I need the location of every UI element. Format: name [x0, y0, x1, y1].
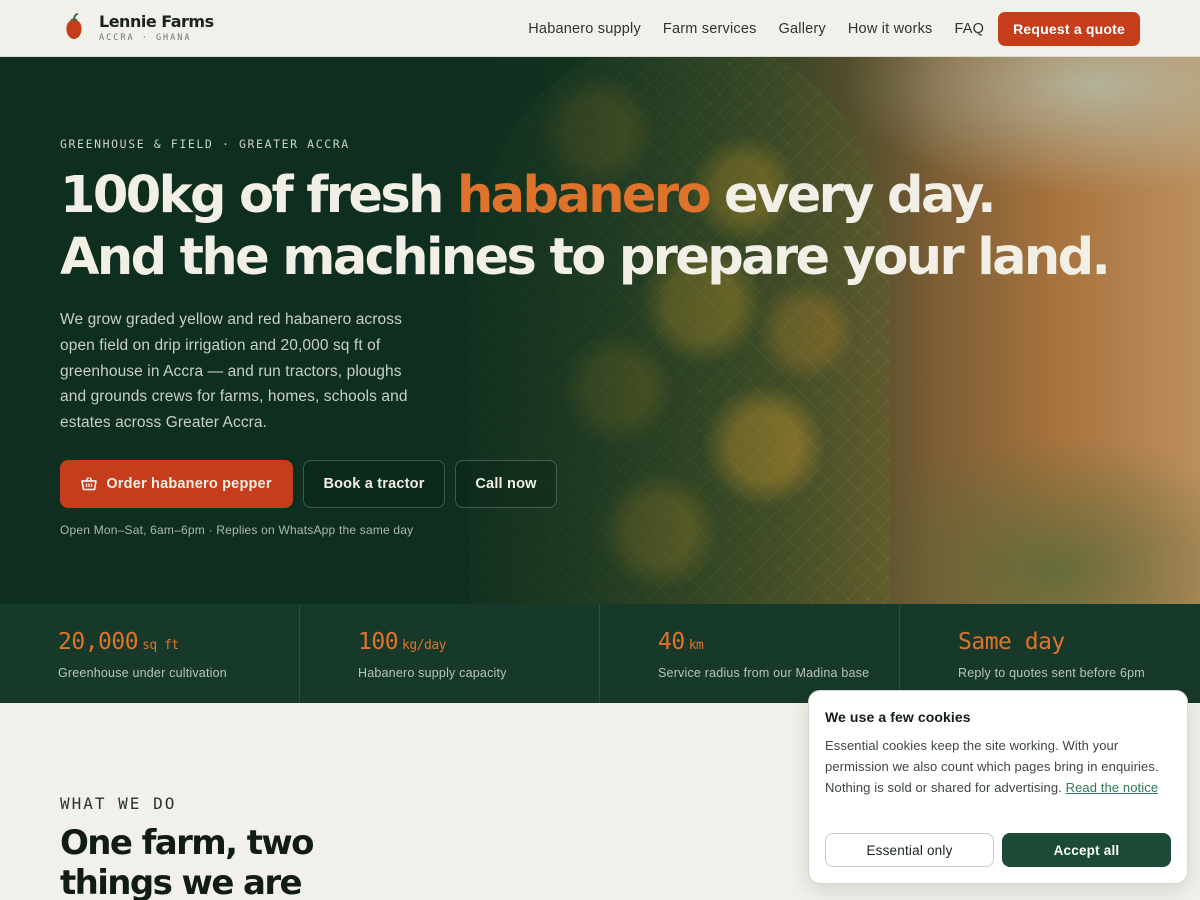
main-nav: Habanero supply Farm services Gallery Ho…	[506, 0, 1140, 57]
accept-all-button[interactable]: Accept all	[1002, 833, 1171, 867]
brand[interactable]: Lennie Farms ACCRA · GHANA	[64, 13, 214, 43]
call-now-button[interactable]: Call now	[455, 460, 557, 508]
stat-value: 100 kg/day	[358, 629, 447, 655]
order-habanero-button[interactable]: Order habanero pepper	[60, 460, 293, 508]
cookie-banner: We use a few cookies Essential cookies k…	[808, 690, 1188, 884]
headline-pre: 100kg of fresh	[60, 166, 457, 225]
opening-hours: Open Mon–Sat, 6am–6pm · Replies on Whats…	[60, 523, 414, 537]
headline-line2: And the machines to prepare your land.	[60, 228, 1111, 287]
nav-how-it-works[interactable]: How it works	[848, 21, 933, 37]
nav-gallery[interactable]: Gallery	[779, 21, 826, 37]
headline-accent: habanero	[456, 166, 712, 225]
nav-farm-services[interactable]: Farm services	[663, 21, 757, 37]
stat-supply: 100 kg/day Habanero supply capacity	[300, 604, 600, 703]
stat-radius: 40 km Service radius from our Madina base	[600, 604, 900, 703]
cookie-title: We use a few cookies	[825, 709, 971, 725]
stat-value: Same day	[958, 629, 1065, 655]
hero-cta-row: Order habanero pepper Book a tractor Cal…	[60, 460, 567, 508]
brand-tagline: ACCRA · GHANA	[99, 33, 192, 43]
hero: GREENHOUSE & FIELD · GREATER ACCRA 100kg…	[0, 57, 1200, 604]
request-quote-button[interactable]: Request a quote	[998, 11, 1140, 46]
pepper-icon	[66, 13, 82, 39]
hero-headline: 100kg of fresh habanero every day. And t…	[60, 165, 1111, 289]
stats-band: 20,000 sq ft Greenhouse under cultivation…	[0, 604, 1200, 703]
book-tractor-button[interactable]: Book a tractor	[303, 460, 445, 508]
stat-greenhouse: 20,000 sq ft Greenhouse under cultivation	[0, 604, 300, 703]
stat-reply: Same day Reply to quotes sent before 6pm	[900, 604, 1200, 703]
nav-habanero-supply[interactable]: Habanero supply	[528, 21, 641, 37]
stat-value: 40 km	[658, 629, 704, 655]
hero-eyebrow: GREENHOUSE & FIELD · GREATER ACCRA	[60, 137, 350, 151]
cookie-actions: Essential only Accept all	[825, 833, 1179, 867]
order-habanero-label: Order habanero pepper	[106, 476, 272, 492]
cookie-body: Essential cookies keep the site working.…	[825, 735, 1171, 798]
section-title: One farm, two things we are known for.	[60, 823, 315, 900]
stat-label: Habanero supply capacity	[358, 666, 507, 680]
stat-label: Greenhouse under cultivation	[58, 666, 227, 680]
stat-value: 20,000 sq ft	[58, 629, 179, 655]
stat-label: Service radius from our Madina base	[658, 666, 870, 680]
essential-only-button[interactable]: Essential only	[825, 833, 994, 867]
stat-label: Reply to quotes sent before 6pm	[958, 666, 1145, 680]
section-eyebrow: WHAT WE DO	[60, 794, 177, 813]
basket-icon	[81, 477, 98, 491]
nav-faq[interactable]: FAQ	[954, 21, 984, 37]
site-header: Lennie Farms ACCRA · GHANA Habanero supp…	[0, 0, 1200, 57]
hero-lede: We grow graded yellow and red habanero a…	[60, 311, 408, 432]
brand-name: Lennie Farms	[99, 12, 214, 31]
headline-post: every day.	[708, 166, 996, 225]
cookie-notice-link[interactable]: Read the notice	[1066, 780, 1159, 795]
